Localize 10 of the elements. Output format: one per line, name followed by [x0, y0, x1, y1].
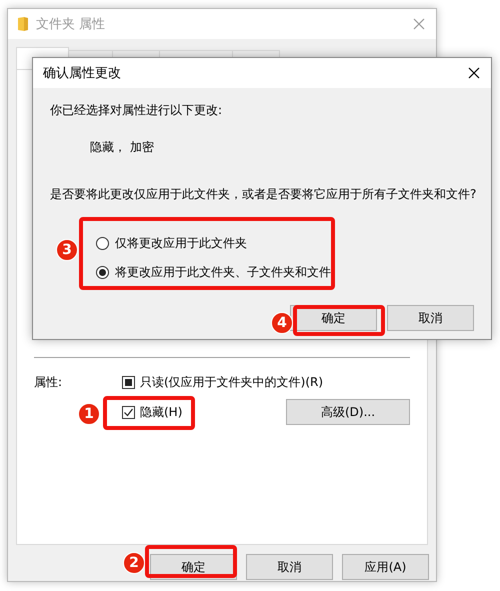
- checkbox-label: 只读(仅应用于文件夹中的文件)(R): [140, 374, 324, 391]
- question-text: 是否要将此更改仅应用于此文件夹，或者是否要将它应用于所有子文件夹和文件?: [50, 186, 474, 203]
- checkbox-label: 隐藏(H): [140, 404, 182, 420]
- dialog-title: 确认属性更改: [43, 65, 122, 82]
- radio-label: 将更改应用于此文件夹、子文件夹和文件: [115, 264, 331, 281]
- changes-text: 隐藏， 加密: [90, 139, 155, 156]
- window-title: 文件夹 属性: [36, 16, 106, 33]
- radio-label: 仅将更改应用于此文件夹: [115, 235, 247, 252]
- intro-text: 你已经选择对属性进行以下更改:: [50, 102, 224, 119]
- attributes-label: 属性:: [34, 374, 64, 391]
